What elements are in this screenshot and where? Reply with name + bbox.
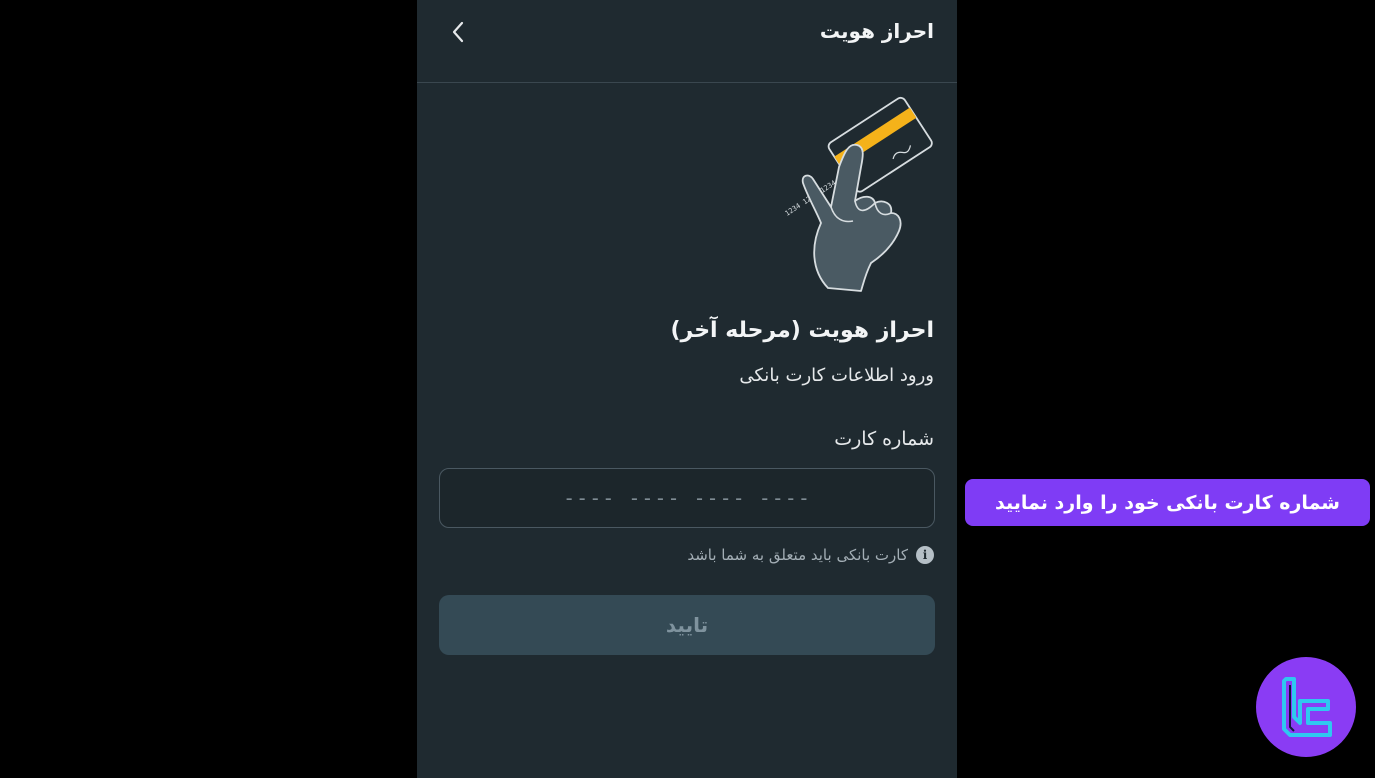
hint-text: کارت بانکی باید متعلق به شما باشد	[687, 546, 908, 564]
app-header: احراز هویت	[417, 0, 957, 83]
card-number-label: شماره کارت	[834, 428, 934, 450]
confirm-button[interactable]: تایید	[439, 595, 935, 655]
chevron-left-icon	[452, 21, 464, 43]
card-number-input[interactable]	[439, 468, 935, 528]
card-owner-hint: i کارت بانکی باید متعلق به شما باشد	[687, 541, 934, 569]
instruction-callout: شماره کارت بانکی خود را وارد نمایید	[965, 479, 1370, 526]
screen: احراز هویت 1234 1234 1234 1234 احراز هوی…	[0, 0, 1375, 778]
info-icon: i	[916, 546, 934, 564]
page-subtitle: ورود اطلاعات کارت بانکی	[739, 365, 934, 386]
page-title: احراز هویت (مرحله آخر)	[670, 318, 934, 343]
tc-brand-logo-icon	[1256, 657, 1356, 757]
back-button[interactable]	[443, 16, 473, 48]
hand-holding-bank-card-icon: 1234 1234 1234 1234	[784, 96, 933, 292]
app-screen: احراز هویت 1234 1234 1234 1234 احراز هوی…	[417, 0, 957, 778]
header-title: احراز هویت	[819, 19, 934, 43]
